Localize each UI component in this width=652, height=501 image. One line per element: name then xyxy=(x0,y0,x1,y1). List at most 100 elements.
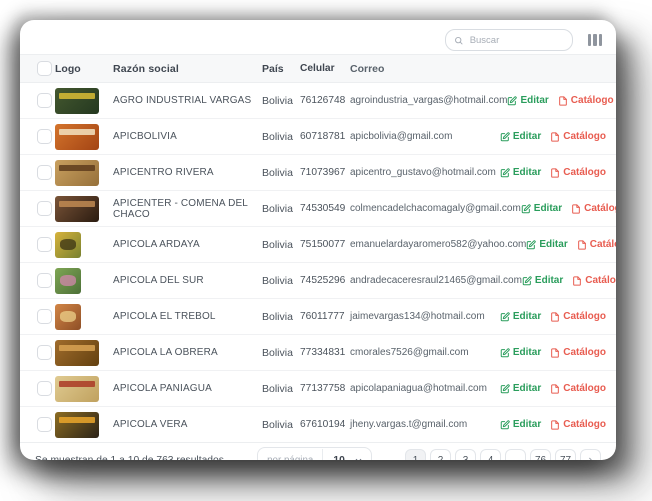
company-email: agroindustria_vargas@hotmail.com xyxy=(350,95,508,106)
per-page-select[interactable]: por página 10 xyxy=(257,446,372,460)
apicola-ardaya-logo xyxy=(55,231,81,258)
file-icon xyxy=(572,203,580,214)
edit-button[interactable]: Editar xyxy=(500,167,541,178)
edit-button-label: Editar xyxy=(512,131,542,142)
edit-button-label: Editar xyxy=(512,311,542,322)
company-name: APICOLA ARDAYA xyxy=(113,239,200,250)
table-row: APICOLA ARDAYA Bolivia 75150077 emanuela… xyxy=(20,227,616,263)
page-button-2[interactable]: 2 xyxy=(430,449,451,460)
catalog-button[interactable]: Catálogo xyxy=(571,203,616,214)
company-name: APICENTRO RIVERA xyxy=(113,167,214,178)
next-page-button[interactable]: › xyxy=(580,449,601,460)
table-row: APICENTER - COMENA DEL CHACO Bolivia 745… xyxy=(20,191,616,227)
header-logo: Logo xyxy=(55,62,81,75)
edit-button[interactable]: Editar xyxy=(500,131,541,142)
page-button-76[interactable]: 76 xyxy=(530,449,551,460)
company-phone: 60718781 xyxy=(300,131,346,142)
pagination: 1234... 76 77 › xyxy=(405,449,601,460)
edit-button[interactable]: Editar xyxy=(500,311,541,322)
edit-button[interactable]: Editar xyxy=(500,383,541,394)
edit-pencil-icon xyxy=(508,95,518,105)
company-phone: 74525296 xyxy=(300,275,346,286)
table-row: APICOLA DEL SUR Bolivia 74525296 andrade… xyxy=(20,263,616,299)
company-country: Bolivia xyxy=(262,382,293,395)
company-phone: 76011777 xyxy=(300,311,345,322)
header-celular: Celular xyxy=(300,63,335,74)
row-checkbox[interactable] xyxy=(37,165,52,180)
apicola-el-trebol-logo xyxy=(55,303,81,330)
table-row: APICOLA EL TREBOL Bolivia 76011777 jaime… xyxy=(20,299,616,335)
company-email: apicbolivia@gmail.com xyxy=(350,131,453,142)
company-phone: 71073967 xyxy=(300,167,346,178)
edit-button[interactable]: Editar xyxy=(526,239,568,250)
row-checkbox[interactable] xyxy=(37,129,52,144)
page-button-1[interactable]: 1 xyxy=(405,449,426,460)
row-checkbox[interactable] xyxy=(37,345,52,360)
page-button-4[interactable]: 4 xyxy=(480,449,501,460)
catalog-button[interactable]: Catálogo xyxy=(550,383,606,394)
edit-pencil-icon xyxy=(500,311,510,321)
row-checkbox[interactable] xyxy=(37,93,52,108)
catalog-button-label: Catálogo xyxy=(589,239,616,250)
company-country: Bolivia xyxy=(262,166,293,179)
company-country: Bolivia xyxy=(262,202,293,215)
file-icon xyxy=(551,347,560,358)
columns-icon[interactable] xyxy=(587,34,602,46)
row-checkbox[interactable] xyxy=(37,417,52,432)
row-checkbox[interactable] xyxy=(37,309,52,324)
company-name: APICOLA DEL SUR xyxy=(113,275,204,286)
row-checkbox[interactable] xyxy=(37,201,52,216)
apicbolivia-logo xyxy=(55,123,99,150)
company-name: APICOLA LA OBRERA xyxy=(113,347,218,358)
edit-button[interactable]: Editar xyxy=(500,347,541,358)
catalog-button[interactable]: Catálogo xyxy=(550,167,606,178)
edit-button[interactable]: Editar xyxy=(500,419,541,430)
table-row: APICOLA PANIAGUA Bolivia 77137758 apicol… xyxy=(20,371,616,407)
per-page-value: 10 xyxy=(323,455,353,460)
apicola-del-sur-logo xyxy=(55,267,81,294)
company-country: Bolivia xyxy=(262,310,293,323)
search-input[interactable] xyxy=(467,33,564,47)
file-icon xyxy=(551,419,560,430)
catalog-button-label: Catálogo xyxy=(563,347,606,358)
catalog-button[interactable]: Catálogo xyxy=(550,311,606,322)
company-email: andradecaceresraul21465@gmail.com xyxy=(350,275,522,286)
row-checkbox[interactable] xyxy=(37,273,52,288)
table-body: AGRO INDUSTRIAL VARGAS Bolivia 76126748 … xyxy=(20,83,616,442)
edit-pencil-icon xyxy=(500,419,510,429)
edit-button-label: Editar xyxy=(533,203,563,214)
edit-button[interactable]: Editar xyxy=(522,275,563,286)
header-pais: País xyxy=(262,62,284,75)
catalog-button[interactable]: Catálogo xyxy=(572,275,616,286)
edit-button[interactable]: Editar xyxy=(521,203,562,214)
company-email: cmorales7526@gmail.com xyxy=(350,347,469,358)
company-country: Bolivia xyxy=(262,418,293,431)
file-icon xyxy=(551,131,560,142)
search-box[interactable] xyxy=(444,29,573,51)
catalog-button[interactable]: Catálogo xyxy=(550,347,606,358)
select-all-checkbox[interactable] xyxy=(37,61,52,76)
vargas-card-logo xyxy=(55,87,99,114)
company-email: jaimevargas134@hotmail.com xyxy=(350,311,485,322)
company-phone: 77137758 xyxy=(300,383,346,394)
catalog-button-label: Catálogo xyxy=(563,383,606,394)
company-country: Bolivia xyxy=(262,274,293,287)
toolbar xyxy=(20,20,616,54)
row-checkbox[interactable] xyxy=(37,381,52,396)
apicola-la-obrera-logo xyxy=(55,339,99,366)
company-phone: 76126748 xyxy=(300,95,346,106)
page-button-3[interactable]: 3 xyxy=(455,449,476,460)
company-country: Bolivia xyxy=(262,94,293,107)
catalog-button[interactable]: Catálogo xyxy=(550,419,606,430)
company-name: APICBOLIVIA xyxy=(113,131,177,142)
page-button-77[interactable]: 77 xyxy=(555,449,576,460)
company-name: APICOLA PANIAGUA xyxy=(113,383,212,394)
catalog-button[interactable]: Catálogo xyxy=(558,95,614,106)
edit-pencil-icon xyxy=(522,275,532,285)
catalog-button[interactable]: Catálogo xyxy=(577,239,616,250)
edit-button-label: Editar xyxy=(534,275,564,286)
row-checkbox[interactable] xyxy=(37,237,52,252)
catalog-button[interactable]: Catálogo xyxy=(550,131,606,142)
edit-button[interactable]: Editar xyxy=(507,95,549,106)
file-icon xyxy=(558,95,567,106)
